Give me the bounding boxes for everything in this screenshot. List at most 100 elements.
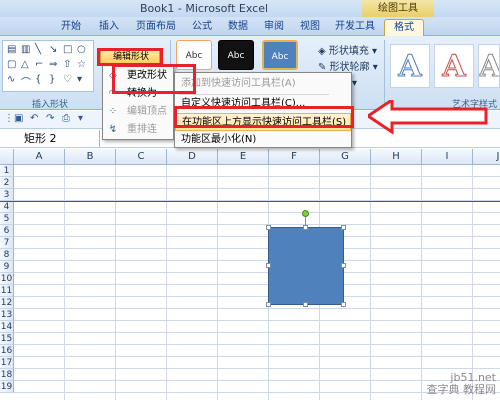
undo-icon[interactable]: ↶ xyxy=(30,113,38,124)
annotation-arrow-icon xyxy=(368,100,488,135)
column-header-a[interactable]: A xyxy=(14,149,65,165)
column-header-c[interactable]: C xyxy=(116,149,167,165)
resize-handle-right[interactable] xyxy=(341,263,346,268)
menu-item-reroute: ↯ 重排连 xyxy=(108,124,157,135)
column-header-h[interactable]: H xyxy=(371,149,422,165)
oval-shape-icon[interactable]: ○ xyxy=(77,44,86,55)
watermark: jb51.net 查字典 教程网 xyxy=(427,372,497,396)
elbow-connector-icon[interactable]: ⌐ xyxy=(35,59,43,70)
tab-page-layout[interactable]: 页面布局 xyxy=(130,19,182,36)
select-all-corner[interactable] xyxy=(0,149,14,165)
tab-formulas[interactable]: 公式 xyxy=(186,19,218,36)
column-header-j[interactable]: J xyxy=(473,149,500,165)
column-header-i[interactable]: I xyxy=(422,149,473,165)
resize-handle-top[interactable] xyxy=(303,225,308,230)
resize-handle-bottom[interactable] xyxy=(303,302,308,307)
arrow-line-icon[interactable]: ↘ xyxy=(49,44,57,55)
window-title: Book1 - Microsoft Excel xyxy=(140,2,269,15)
up-arrow-icon[interactable]: ⇧ xyxy=(63,59,71,70)
star-shape-icon[interactable]: ☆ xyxy=(77,59,86,70)
resize-handle-bottom-right[interactable] xyxy=(341,302,346,307)
style-preset-black[interactable]: Abc xyxy=(218,40,254,70)
watermark-line-2: 查字典 教程网 xyxy=(426,383,497,396)
group-label-insert-shapes: 插入形状 xyxy=(32,100,69,110)
row-header-3[interactable]: 3 xyxy=(0,189,14,201)
row-header-17[interactable]: 17 xyxy=(0,357,14,369)
resize-handle-bottom-left[interactable] xyxy=(266,302,271,307)
ribbon-tabs: 开始 插入 页面布局 公式 数据 审阅 视图 开发工具 格式 xyxy=(0,17,500,36)
resize-handle-top-right[interactable] xyxy=(341,225,346,230)
excel-window: Book1 - Microsoft Excel 绘图工具 开始 插入 页面布局 … xyxy=(0,0,500,400)
resize-handle-top-left[interactable] xyxy=(266,225,271,230)
annotation-box-change-shape xyxy=(112,64,196,94)
curve-shape-icon[interactable]: ∿ xyxy=(7,74,15,85)
more-shapes-icon[interactable]: ▾ xyxy=(77,74,82,85)
rectangle-shape-icon[interactable]: □ xyxy=(63,44,72,55)
rotation-handle[interactable] xyxy=(302,210,309,217)
redo-icon[interactable]: ↷ xyxy=(46,113,54,124)
row-header-8[interactable]: 8 xyxy=(0,249,14,261)
row-header-1[interactable]: 1 xyxy=(0,165,14,177)
heart-shape-icon[interactable]: ♡ xyxy=(63,74,72,85)
line-shape-icon[interactable]: ╲ xyxy=(35,44,41,55)
row-header-14[interactable]: 14 xyxy=(0,321,14,333)
drawing-tools-context-title: 绘图工具 xyxy=(362,0,434,17)
row-header-7[interactable]: 7 xyxy=(0,237,14,249)
rectangle-shape[interactable] xyxy=(268,227,344,305)
row-header-16[interactable]: 16 xyxy=(0,345,14,357)
block-arrow-icon[interactable]: ⇒ xyxy=(49,59,57,70)
row-header-9[interactable]: 9 xyxy=(0,261,14,273)
tab-insert[interactable]: 插入 xyxy=(92,19,126,36)
column-header-d[interactable]: D xyxy=(167,149,218,165)
row-header-4[interactable]: 4 xyxy=(0,201,14,213)
row-header-18[interactable]: 18 xyxy=(0,369,14,381)
name-box[interactable]: 矩形 2 xyxy=(0,130,100,147)
save-icon[interactable]: ▣ xyxy=(14,113,23,124)
print-icon[interactable]: ⎙ xyxy=(62,113,70,124)
brace-right-icon[interactable]: } xyxy=(49,74,55,85)
row-header-2[interactable]: 2 xyxy=(0,177,14,189)
red-guide-line xyxy=(0,201,500,202)
reroute-icon: ↯ xyxy=(108,124,118,135)
style-preset-blue[interactable]: Abc xyxy=(262,40,298,70)
arc-shape-icon[interactable]: ⌒ xyxy=(21,74,31,89)
title-bar: Book1 - Microsoft Excel 绘图工具 xyxy=(0,0,500,17)
column-header-b[interactable]: B xyxy=(65,149,116,165)
wordart-style-gray[interactable]: A xyxy=(478,44,500,88)
column-header-f[interactable]: F xyxy=(269,149,320,165)
wordart-style-red-outline[interactable]: A xyxy=(434,44,474,88)
column-header-e[interactable]: E xyxy=(218,149,269,165)
tab-format[interactable]: 格式 xyxy=(384,19,424,36)
row-header-12[interactable]: 12 xyxy=(0,297,14,309)
text-box-vertical-icon[interactable]: ▥ xyxy=(21,44,30,55)
tab-home[interactable]: 开始 xyxy=(54,19,88,36)
row-header-6[interactable]: 6 xyxy=(0,225,14,237)
row-header-11[interactable]: 11 xyxy=(0,285,14,297)
shapes-gallery[interactable]: ▤ ▥ ╲ ↘ □ ○ ▢ △ ⌐ ⇒ ⇧ ☆ ∿ ⌒ { } ♡ ▾ xyxy=(2,40,94,92)
worksheet[interactable]: ABCDEFGHIJ 1 2 3 4 5 6 7 8 9 10 11 12 13 14 15 16 17 18 19 xyxy=(0,149,500,400)
tab-review[interactable]: 审阅 xyxy=(258,19,290,36)
rounded-rect-icon[interactable]: ▢ xyxy=(7,59,16,70)
row-header-13[interactable]: 13 xyxy=(0,309,14,321)
shape-fill-button[interactable]: ◈ 形状填充 ▾ xyxy=(318,42,377,57)
tab-data[interactable]: 数据 xyxy=(222,19,254,36)
customize-qat-icon[interactable]: ▾ xyxy=(78,113,83,124)
tab-view[interactable]: 视图 xyxy=(294,19,326,36)
text-box-shape-icon[interactable]: ▤ xyxy=(7,44,16,55)
row-header-5[interactable]: 5 xyxy=(0,213,14,225)
triangle-shape-icon[interactable]: △ xyxy=(21,59,29,70)
tab-developer[interactable]: 开发工具 xyxy=(330,19,380,36)
toolbar-grip-icon: ⋮ xyxy=(4,113,14,124)
shape-outline-button[interactable]: ✎ 形状轮廓 ▾ xyxy=(318,58,378,73)
row-header-15[interactable]: 15 xyxy=(0,333,14,345)
annotation-box-show-qat-option xyxy=(174,106,354,128)
wordart-style-blue-outline[interactable]: A xyxy=(390,44,430,88)
row-header-10[interactable]: 10 xyxy=(0,273,14,285)
resize-handle-left[interactable] xyxy=(266,263,271,268)
menu-item-minimize-ribbon[interactable]: 功能区最小化(N) xyxy=(175,131,351,149)
edit-points-icon: ⁘ xyxy=(108,106,118,117)
brace-left-icon[interactable]: { xyxy=(35,74,41,85)
menu-item-add-to-qat: 添加到快速访问工具栏(A) xyxy=(181,78,296,89)
column-header-g[interactable]: G xyxy=(320,149,371,165)
row-header-19[interactable]: 19 xyxy=(0,381,14,393)
